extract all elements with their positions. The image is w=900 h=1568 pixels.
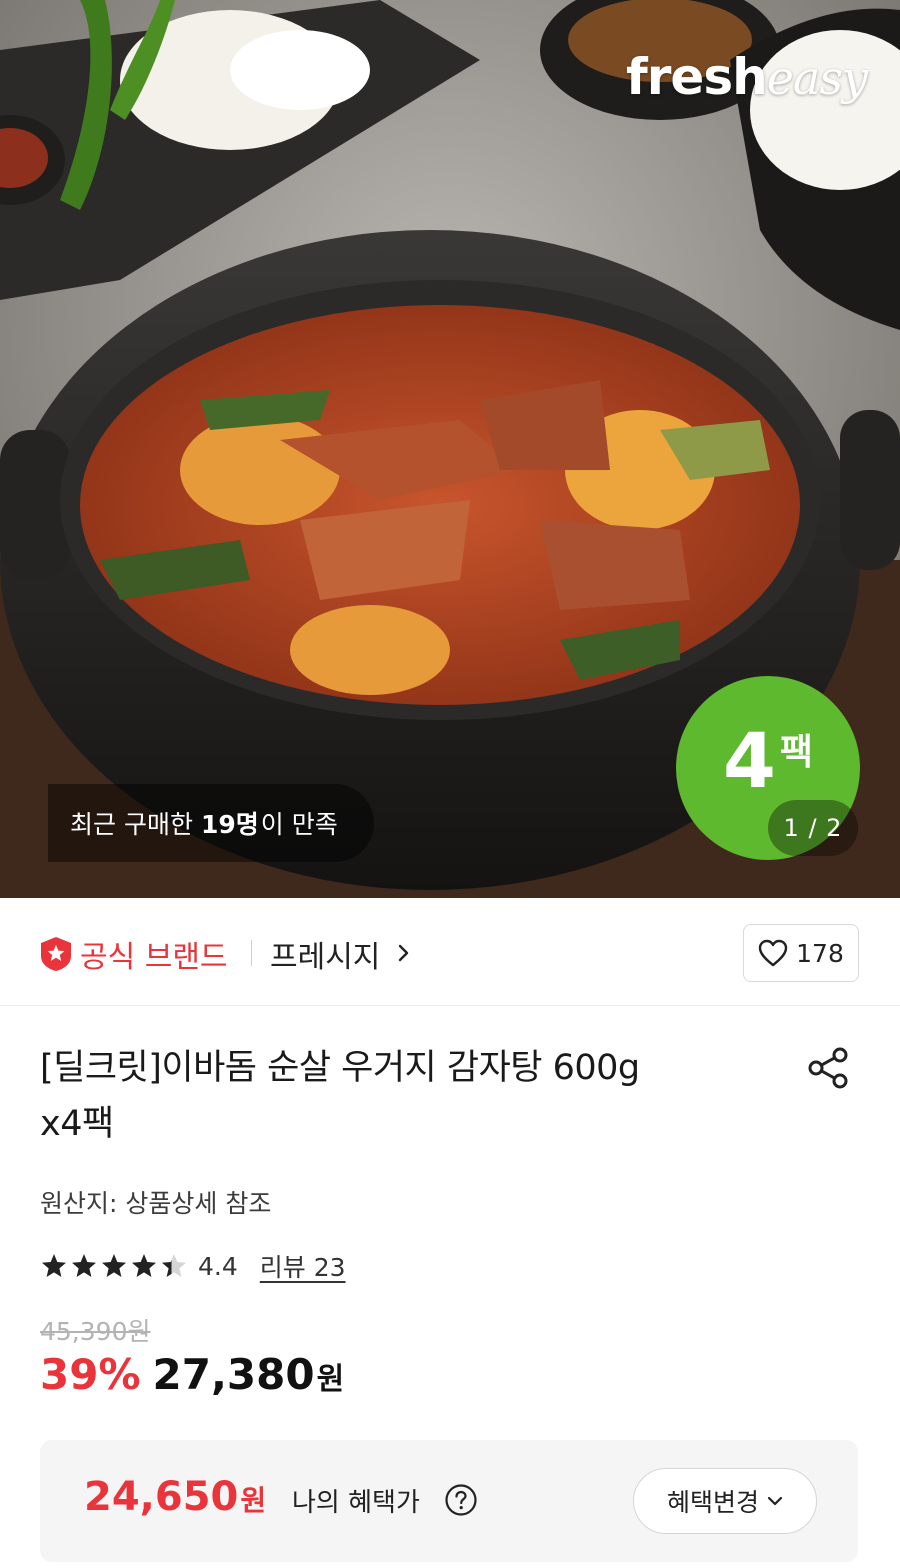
product-title-line2: x4팩 — [40, 1104, 114, 1144]
star-icon — [72, 1254, 96, 1277]
pack-count-unit: 팩 — [779, 732, 813, 773]
rating-row: 4.4 리뷰 23 — [40, 1248, 346, 1284]
benefit-price-value: 24,650 — [84, 1474, 239, 1520]
star-icon — [162, 1254, 186, 1277]
product-title-line1: [딜크릿]이바돔 순살 우거지 감자탕 600g — [40, 1048, 640, 1088]
share-icon[interactable] — [804, 1044, 852, 1092]
star-icon — [132, 1254, 156, 1277]
star-icon — [102, 1254, 126, 1277]
review-link[interactable]: 리뷰 23 — [260, 1248, 346, 1284]
satisfaction-count: 19명 — [200, 810, 259, 839]
carousel-page-indicator: 1 / 2 — [768, 800, 858, 856]
official-brand-badge-icon — [41, 937, 71, 971]
question-circle-icon[interactable] — [444, 1483, 478, 1517]
star-icon — [42, 1254, 66, 1277]
sale-price-currency: 원 — [316, 1362, 345, 1397]
rating-stars — [40, 1252, 188, 1280]
wishlist-count: 178 — [796, 938, 844, 968]
original-price: 45,390원 — [40, 1317, 151, 1346]
benefit-price-currency: 원 — [240, 1484, 267, 1517]
chevron-down-icon — [767, 1496, 783, 1506]
satisfaction-suffix: 이 만족 — [260, 810, 338, 839]
origin-info: 원산지: 상품상세 참조 — [40, 1189, 272, 1218]
rating-value: 4.4 — [198, 1251, 238, 1281]
satisfaction-prefix: 최근 구매한 — [70, 810, 193, 839]
wishlist-button[interactable]: 178 — [743, 924, 859, 982]
brand-divider — [251, 940, 252, 966]
brand-store-link[interactable]: 프레시지 — [270, 932, 380, 976]
discount-rate: 39% — [40, 1350, 141, 1399]
benefit-price: 24,650원 — [84, 1474, 266, 1520]
official-brand-label: 공식 브랜드 — [80, 940, 228, 975]
change-benefit-button[interactable]: 혜택변경 — [633, 1468, 817, 1534]
product-title: [딜크릿]이바돔 순살 우거지 감자탕 600g x4팩 — [40, 1040, 760, 1152]
pack-count-number: 4 — [722, 716, 776, 805]
benefit-price-label: 나의 혜택가 — [292, 1488, 420, 1518]
satisfaction-badge: 최근 구매한 19명 이 만족 — [48, 784, 374, 862]
price-row: 39% 27,380 원 — [40, 1350, 344, 1399]
sale-price: 27,380 — [152, 1350, 315, 1399]
heart-icon — [758, 939, 788, 967]
change-benefit-label: 혜택변경 — [666, 1488, 759, 1517]
brand-watermark-logo: fresheasy — [626, 48, 868, 106]
chevron-right-icon[interactable] — [397, 943, 411, 963]
product-image-carousel[interactable]: fresheasy 최근 구매한 19명 이 만족 4 팩 1 / 2 — [0, 0, 900, 898]
